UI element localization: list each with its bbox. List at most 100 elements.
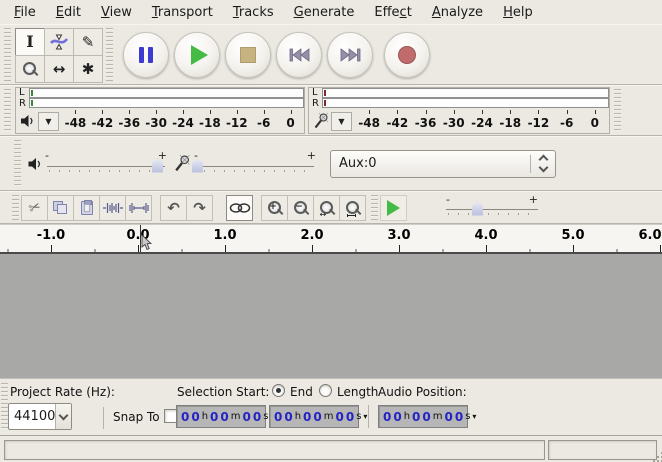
menu-analyze[interactable]: Analyze	[422, 1, 493, 24]
undo-button[interactable]: ↶	[160, 195, 187, 221]
sync-lock-button[interactable]	[226, 195, 253, 221]
skip-to-end-icon	[340, 48, 361, 62]
microphone-icon	[313, 113, 328, 129]
pause-icon	[139, 47, 153, 63]
envelope-tool-icon	[49, 34, 69, 50]
recording-meter-bar-right[interactable]	[322, 98, 609, 108]
fit-project-button[interactable]	[339, 195, 366, 221]
play-button[interactable]	[174, 32, 220, 78]
menu-generate[interactable]: Generate	[284, 1, 365, 24]
toolbar-grip[interactable]	[371, 195, 378, 220]
field-dropdown-icon[interactable]: ▾	[363, 412, 367, 421]
status-pane-right	[548, 440, 657, 460]
audio-position-field[interactable]: 00h00m00s ▾	[378, 405, 468, 428]
timeline-ruler[interactable]: -1.0 0.0 1.0 2.0 3.0 4.0 5.0 6.0	[0, 224, 662, 254]
multi-tool-icon: ✱	[82, 60, 95, 78]
input-source-value: Aux:0	[339, 156, 376, 171]
playback-speed-slider[interactable]: - +	[446, 193, 538, 223]
zoom-to-selection-button[interactable]: ↔	[313, 195, 340, 221]
zoom-out-icon: −	[293, 200, 309, 216]
recording-meter[interactable]: L R ▼ -48-42-36-30-24-18-12-60	[308, 87, 610, 134]
selection-tool-icon: I	[26, 32, 33, 51]
play-at-speed-button[interactable]	[380, 195, 407, 221]
meter-toolbar-row: L R ▼ -48-42-36-30-24-18-12-60 L R	[0, 85, 662, 136]
toolbar-grip[interactable]	[4, 28, 11, 81]
selection-start-field[interactable]: 00h00m00s ▾	[176, 405, 266, 428]
menu-tracks[interactable]: Tracks	[223, 1, 284, 24]
stop-button[interactable]	[225, 32, 271, 78]
ruler-label: 6.0	[638, 228, 661, 243]
meter-dropdown-button[interactable]: ▼	[38, 112, 59, 131]
toolbar-row-1: I ✎ ↔ ✱	[0, 24, 662, 85]
output-volume-slider[interactable]: - +	[47, 147, 165, 181]
menu-view[interactable]: View	[91, 1, 142, 24]
audio-position-label: Audio Position:	[378, 385, 467, 399]
toolbar-grip[interactable]	[614, 89, 621, 132]
stop-icon	[240, 47, 256, 63]
skip-to-end-button[interactable]	[327, 32, 373, 78]
end-radio[interactable]	[272, 384, 285, 397]
ruler-ticks	[0, 245, 662, 252]
field-dropdown-icon[interactable]: ▾	[472, 412, 476, 421]
project-rate-combo[interactable]: 44100	[8, 403, 72, 430]
length-radio[interactable]	[319, 384, 332, 397]
skip-to-start-icon	[289, 48, 310, 62]
toolbar-grip[interactable]	[12, 195, 19, 220]
toolbar-grip[interactable]	[106, 28, 113, 81]
selection-start-label: Selection Start:	[177, 385, 269, 399]
input-source-combo[interactable]: Aux:0	[330, 150, 556, 178]
selection-end-field[interactable]: 00h00m00s ▾	[269, 405, 359, 428]
tools-toolbar: I ✎ ↔ ✱	[15, 28, 102, 82]
silence-audio-button[interactable]	[125, 195, 152, 221]
zoom-in-button[interactable]: +	[261, 195, 288, 221]
cut-icon: ✂	[26, 198, 42, 217]
trim-audio-icon	[102, 201, 124, 215]
toolbar-grip[interactable]	[1, 383, 8, 431]
project-rate-label: Project Rate (Hz):	[10, 385, 115, 399]
toolbar-grip[interactable]	[14, 140, 21, 187]
meter-zero-tick	[324, 90, 326, 96]
meter-dropdown-button[interactable]: ▼	[331, 112, 352, 131]
combo-chevron-icon	[55, 404, 71, 429]
menu-edit[interactable]: Edit	[46, 1, 91, 24]
copy-button[interactable]	[47, 195, 74, 221]
end-radio-label: End	[290, 385, 313, 399]
playback-meter-bar-right[interactable]	[29, 98, 304, 108]
window-resize-grip[interactable]	[657, 456, 659, 458]
multi-tool-button[interactable]: ✱	[73, 55, 103, 83]
menu-help[interactable]: Help	[493, 1, 543, 24]
status-pane-main	[4, 440, 545, 460]
playback-meter-bar-left[interactable]	[29, 88, 304, 98]
menu-transport[interactable]: Transport	[142, 1, 223, 24]
envelope-tool-button[interactable]	[44, 28, 74, 56]
combo-chevrons-icon	[531, 156, 555, 171]
zoom-tool-button[interactable]	[15, 55, 45, 83]
redo-button[interactable]: ↷	[186, 195, 213, 221]
draw-tool-button[interactable]: ✎	[73, 28, 103, 56]
speaker-icon	[20, 114, 35, 128]
menu-effect[interactable]: Effect	[364, 1, 421, 24]
playback-meter[interactable]: L R ▼ -48-42-36-30-24-18-12-60	[15, 87, 305, 134]
paste-icon	[81, 201, 93, 215]
zoom-out-button[interactable]: −	[287, 195, 314, 221]
transport-toolbar	[123, 32, 435, 78]
record-button[interactable]	[384, 32, 430, 78]
channel-label: L	[16, 88, 29, 98]
selection-tool-button[interactable]: I	[15, 28, 45, 56]
toolbar-grip[interactable]	[4, 89, 11, 132]
time-shift-tool-button[interactable]: ↔	[44, 55, 74, 83]
paste-button[interactable]	[73, 195, 100, 221]
input-volume-slider[interactable]: - +	[192, 147, 314, 181]
snap-to-label: Snap To	[113, 410, 160, 424]
menu-file[interactable]: File	[4, 1, 46, 24]
play-icon	[191, 45, 208, 65]
skip-to-start-button[interactable]	[276, 32, 322, 78]
meter-zero-tick	[31, 100, 33, 106]
recording-meter-bar-left[interactable]	[322, 88, 609, 98]
ruler-label: 1.0	[213, 228, 236, 243]
mouse-cursor	[141, 235, 152, 251]
playback-speed-thumb[interactable]	[472, 202, 483, 216]
pause-button[interactable]	[123, 32, 169, 78]
trim-audio-button[interactable]	[99, 195, 126, 221]
cut-button[interactable]: ✂	[21, 195, 48, 221]
